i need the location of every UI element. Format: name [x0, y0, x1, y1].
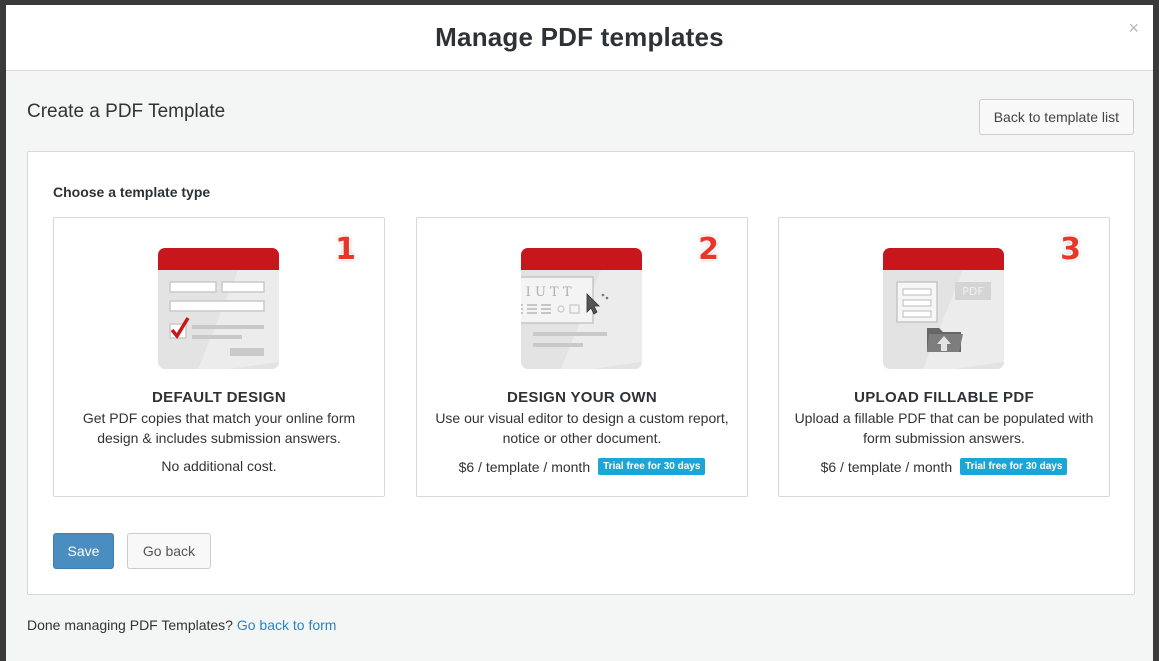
card-price: $6 / template / month — [458, 458, 591, 475]
card-price-row: $6 / template / month Trial free for 30 … — [779, 458, 1109, 475]
card-number: 2 — [698, 232, 719, 267]
footer-text: Done managing PDF Templates? — [27, 617, 233, 633]
upload-pdf-icon: PDF — [883, 248, 1004, 369]
footer-note: Done managing PDF Templates? Go back to … — [27, 617, 336, 633]
close-icon[interactable]: × — [1128, 19, 1139, 37]
pdf-file-label: PDF — [962, 285, 983, 298]
card-description: Upload a fillable PDF that can be popula… — [794, 410, 1094, 446]
card-number: 1 — [335, 232, 356, 267]
card-description: Use our visual editor to design a custom… — [435, 410, 729, 446]
manage-pdf-modal: Manage PDF templates × Create a PDF Temp… — [6, 5, 1153, 661]
design-editor-icon: B I U T T — [521, 248, 642, 369]
save-button[interactable]: Save — [53, 533, 114, 569]
editor-toolbar-letters: B I U T T — [521, 285, 572, 300]
modal-title: Manage PDF templates — [435, 22, 724, 52]
template-card-upload-fillable-pdf[interactable]: 3 PDF UPLOAD FILLABLE PDF Upload a filla… — [778, 217, 1110, 497]
trial-badge: Trial free for 30 days — [960, 458, 1068, 475]
card-price-row: $6 / template / month Trial free for 30 … — [417, 458, 747, 475]
back-to-template-list-button[interactable]: Back to template list — [978, 99, 1134, 135]
card-price: No additional cost. — [161, 458, 277, 474]
page-heading: Create a PDF Template — [27, 101, 226, 122]
card-description: Get PDF copies that match your online fo… — [82, 410, 356, 446]
go-back-button[interactable]: Go back — [127, 533, 211, 569]
choose-template-type-label: Choose a template type — [53, 184, 211, 200]
template-type-panel: Choose a template type 1 DEFAULT DESIGN … — [27, 151, 1135, 595]
modal-header: Manage PDF templates × — [6, 5, 1153, 71]
card-title: DEFAULT DESIGN — [152, 389, 286, 406]
go-back-to-form-link[interactable]: Go back to form — [237, 617, 337, 633]
card-number: 3 — [1060, 232, 1081, 267]
card-price: $6 / template / month — [820, 458, 953, 475]
card-title: UPLOAD FILLABLE PDF — [854, 389, 1034, 406]
card-title: DESIGN YOUR OWN — [506, 389, 658, 406]
template-card-design-your-own[interactable]: 2 B I U T T — [416, 217, 748, 497]
default-design-icon — [158, 248, 279, 369]
card-price-row: No additional cost. — [54, 458, 384, 474]
template-card-default-design[interactable]: 1 DEFAULT DESIGN Get PDF copies that mat… — [53, 217, 385, 497]
trial-badge: Trial free for 30 days — [598, 458, 706, 475]
